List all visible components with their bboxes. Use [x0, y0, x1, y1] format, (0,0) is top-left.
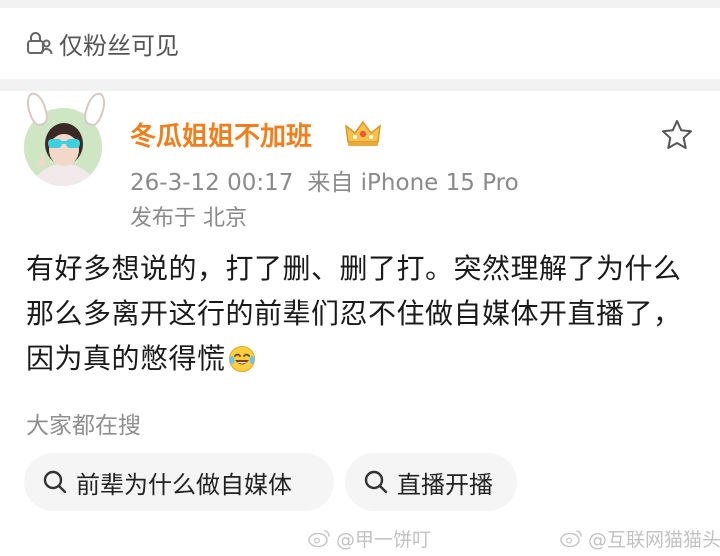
- post-location: 发布于 北京: [130, 206, 247, 231]
- avatar-frame-ear-right: [81, 90, 109, 128]
- search-icon: [43, 470, 67, 494]
- star-outline-icon[interactable]: [660, 118, 694, 152]
- visibility-bar: 仅粉丝可见: [0, 8, 720, 78]
- post-text: 有好多想说的，打了删、删了打。突然理解了为什么那么多离开这行的前辈们忍不住做自媒…: [26, 246, 706, 381]
- post-text-content: 有好多想说的，打了删、删了打。突然理解了为什么那么多离开这行的前辈们忍不住做自媒…: [26, 252, 682, 375]
- search-chip-label: 前辈为什么做自媒体: [76, 470, 292, 499]
- weibo-logo-icon: [560, 530, 582, 548]
- watermark: @互联网猫猫头: [560, 524, 720, 552]
- post-source: 来自 iPhone 15 Pro: [307, 170, 519, 196]
- crown-badge-icon: [345, 120, 381, 146]
- search-section-label: 大家都在搜: [26, 413, 141, 439]
- avatar-frame-ear-left: [23, 90, 51, 128]
- post-meta: 26-3-12 00:17 来自 iPhone 15 Pro: [130, 163, 519, 197]
- lock-person-icon: [27, 32, 53, 55]
- weibo-logo-icon: [308, 530, 330, 548]
- username[interactable]: 冬瓜姐姐不加班: [130, 116, 312, 153]
- watermark-text: @互联网猫猫头: [588, 528, 720, 551]
- watermark-text: @甲一饼叮: [336, 528, 432, 551]
- post-date: 26-3-12 00:17: [130, 170, 294, 196]
- search-icon: [364, 470, 388, 494]
- section-divider: [0, 79, 720, 91]
- search-chip[interactable]: 前辈为什么做自媒体: [24, 453, 334, 511]
- top-strip: [0, 0, 720, 8]
- watermark: @甲一饼叮: [308, 524, 431, 552]
- search-chip-label: 直播开播: [397, 470, 493, 499]
- laughing-tears-emoji: [228, 346, 255, 372]
- visibility-label: 仅粉丝可见: [59, 31, 179, 60]
- search-chip[interactable]: 直播开播: [345, 453, 517, 511]
